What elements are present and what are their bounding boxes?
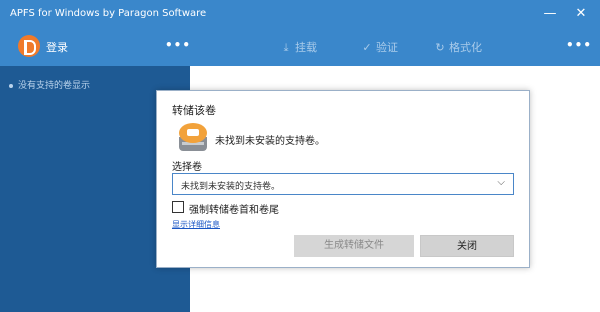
minimize-button[interactable]: — xyxy=(541,5,559,23)
close-window-button[interactable]: ✕ xyxy=(572,5,590,23)
show-details-link[interactable]: 显示详细信息 xyxy=(172,219,220,230)
dump-volume-dialog: 转储该卷 未找到未安装的支持卷。 选择卷 未找到未安装的支持卷。 ⌵ 强制转储卷… xyxy=(156,90,530,268)
refresh-icon: ↻ xyxy=(435,41,445,54)
dialog-title: 转储该卷 xyxy=(172,104,216,117)
more-menu-button-right[interactable]: ••• xyxy=(566,38,592,52)
mount-label: 挂载 xyxy=(295,41,317,54)
drive-icon xyxy=(179,123,207,153)
window-title: APFS for Windows by Paragon Software xyxy=(10,8,207,19)
check-icon: ✓ xyxy=(362,41,372,54)
not-found-message: 未找到未安装的支持卷。 xyxy=(215,136,325,147)
generate-dump-button[interactable]: 生成转储文件 xyxy=(294,235,414,257)
format-label: 格式化 xyxy=(449,41,482,54)
format-button[interactable]: ↻ 格式化 xyxy=(434,39,482,55)
toolbar: 登录 ••• ⤓ 挂载 ✓ 验证 ↻ 格式化 ••• xyxy=(0,30,600,66)
download-icon: ⤓ xyxy=(283,41,289,54)
close-dialog-button[interactable]: 关闭 xyxy=(420,235,514,257)
volume-select[interactable]: 未找到未安装的支持卷。 ⌵ xyxy=(172,173,514,195)
sidebar-empty-message: 没有支持的卷显示 xyxy=(9,78,90,91)
volume-select-value: 未找到未安装的支持卷。 xyxy=(181,182,281,192)
login-button[interactable]: 登录 xyxy=(46,39,68,55)
force-dump-label: 强制转储卷首和卷尾 xyxy=(189,205,279,216)
force-dump-checkbox[interactable] xyxy=(172,201,184,213)
verify-button[interactable]: ✓ 验证 xyxy=(361,39,398,55)
paragon-logo-icon[interactable] xyxy=(18,35,40,57)
verify-label: 验证 xyxy=(376,41,398,54)
mount-button[interactable]: ⤓ 挂载 xyxy=(280,39,317,55)
bullet-icon xyxy=(9,83,13,88)
more-menu-button-left[interactable]: ••• xyxy=(165,38,191,52)
chevron-down-icon: ⌵ xyxy=(497,177,505,188)
title-bar: APFS for Windows by Paragon Software — ✕ xyxy=(0,0,600,30)
sidebar-empty-text: 没有支持的卷显示 xyxy=(18,81,91,91)
select-volume-label: 选择卷 xyxy=(172,162,202,173)
